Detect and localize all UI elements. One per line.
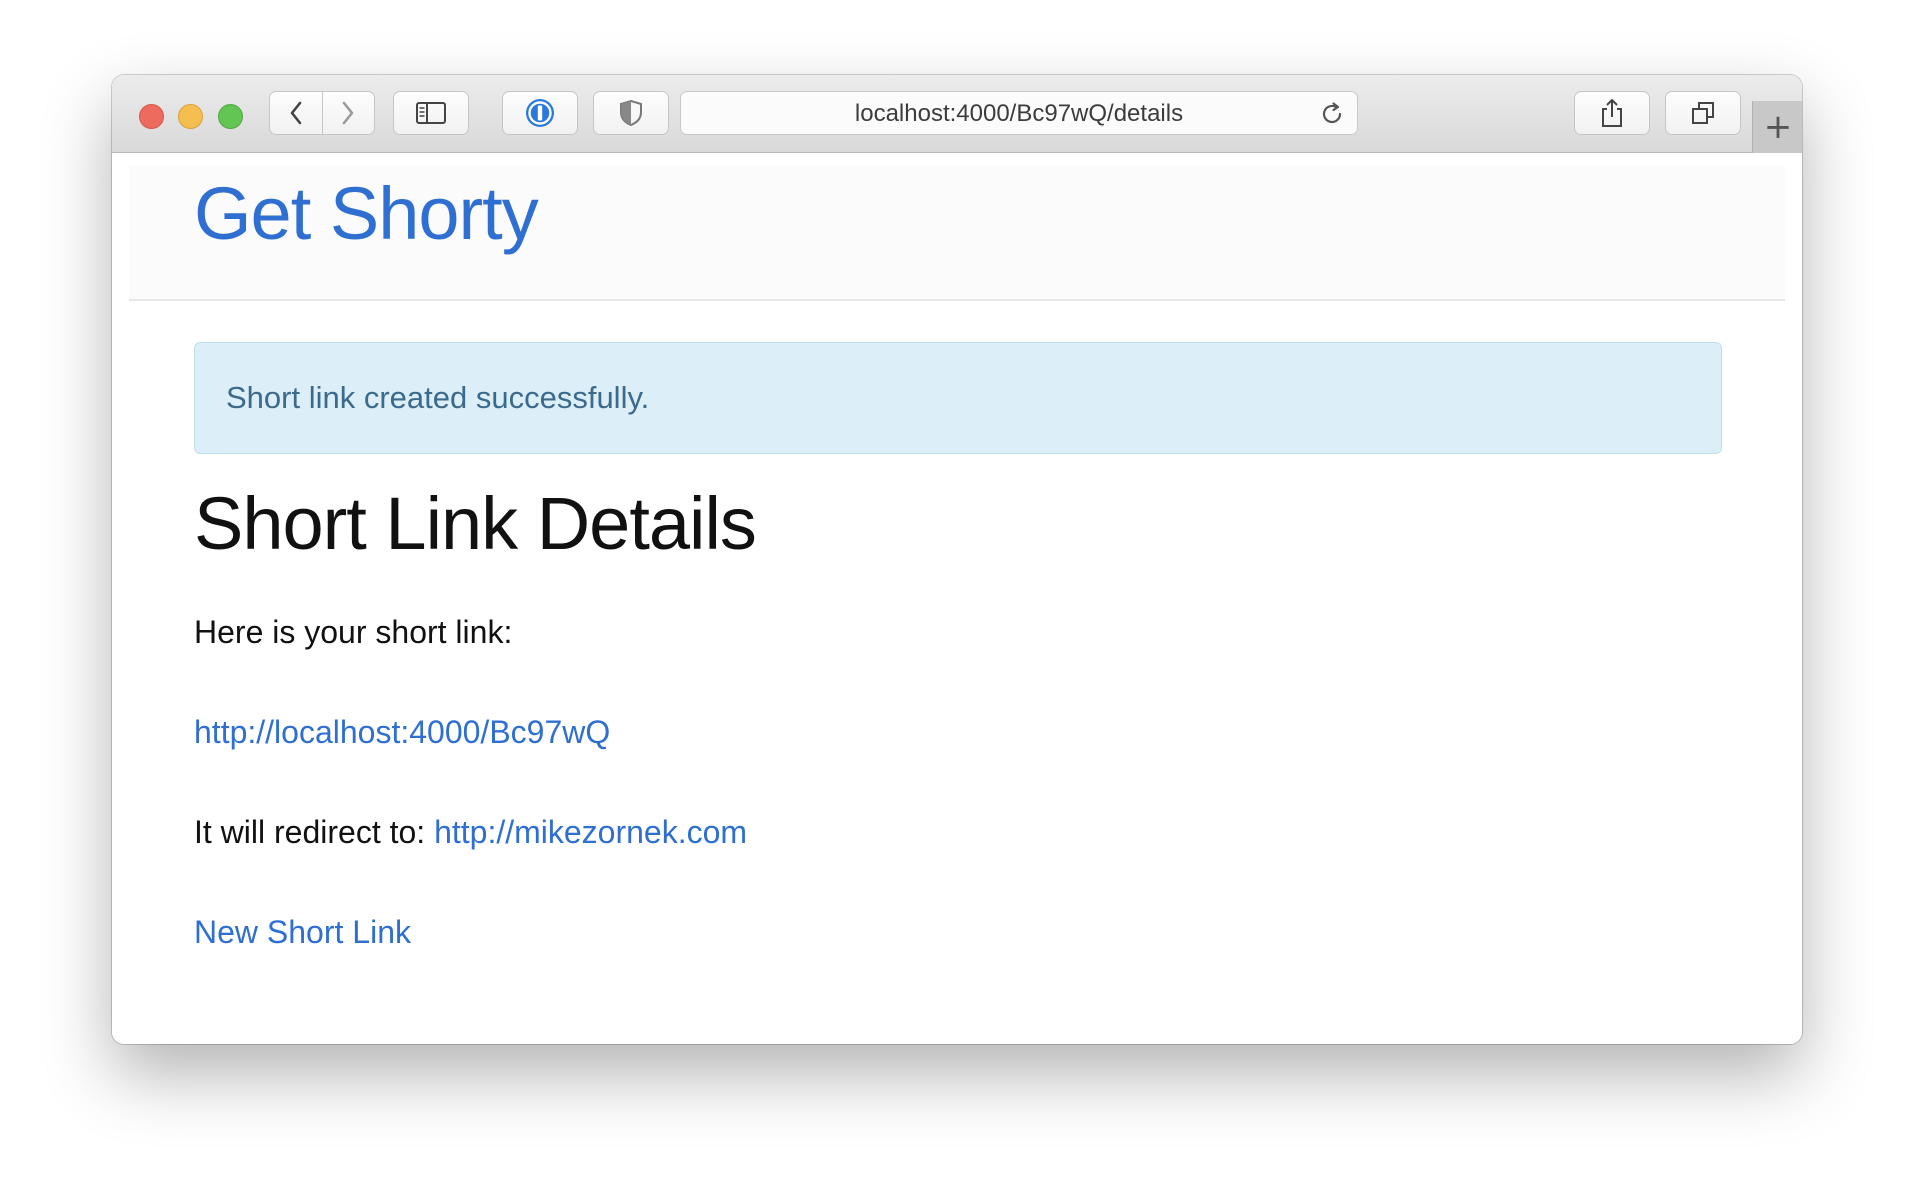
- reload-icon: [1322, 102, 1342, 124]
- intro-text: Here is your short link:: [194, 614, 513, 650]
- content-blocker-button[interactable]: [593, 91, 669, 135]
- address-bar[interactable]: localhost:4000/Bc97wQ/details: [680, 91, 1358, 135]
- site-navbar: Get Shorty: [129, 165, 1785, 301]
- sidebar-button[interactable]: [393, 91, 469, 135]
- share-icon: [1602, 99, 1622, 127]
- forward-button[interactable]: [321, 92, 375, 134]
- address-url: localhost:4000/Bc97wQ/details: [854, 100, 1184, 127]
- shield-icon: [620, 99, 642, 127]
- new-tab-button[interactable]: +: [1752, 101, 1802, 153]
- redirect-line: It will redirect to: http://mikezornek.c…: [194, 814, 747, 851]
- redirect-label: It will redirect to:: [194, 814, 426, 850]
- tab-overview-button[interactable]: [1665, 91, 1741, 135]
- short-link[interactable]: http://localhost:4000/Bc97wQ: [194, 714, 610, 751]
- close-window-button[interactable]: [139, 104, 164, 129]
- zoom-window-button[interactable]: [218, 104, 243, 129]
- password-manager-icon: [526, 99, 554, 127]
- reload-button[interactable]: [1319, 101, 1345, 132]
- redirect-url-link[interactable]: http://mikezornek.com: [434, 814, 747, 850]
- password-manager-button[interactable]: [502, 91, 578, 135]
- navigation-buttons: [269, 91, 375, 135]
- tabs-overview-icon: [1692, 102, 1714, 124]
- back-button[interactable]: [270, 92, 322, 134]
- sidebar-icon: [416, 102, 446, 124]
- back-icon: [290, 101, 302, 125]
- forward-icon: [342, 101, 354, 125]
- brand-link[interactable]: Get Shorty: [194, 171, 539, 256]
- browser-window: localhost:4000/Bc97wQ/details + Get Shor…: [112, 75, 1802, 1044]
- alert-message: Short link created successfully.: [226, 380, 650, 415]
- page-title: Short Link Details: [194, 482, 757, 565]
- share-button[interactable]: [1574, 91, 1650, 135]
- minimize-window-button[interactable]: [178, 104, 203, 129]
- success-alert: Short link created successfully.: [194, 342, 1722, 454]
- new-short-link[interactable]: New Short Link: [194, 914, 411, 951]
- title-bar: localhost:4000/Bc97wQ/details +: [112, 75, 1802, 153]
- page-content: Get Shorty Short link created successful…: [112, 153, 1802, 1044]
